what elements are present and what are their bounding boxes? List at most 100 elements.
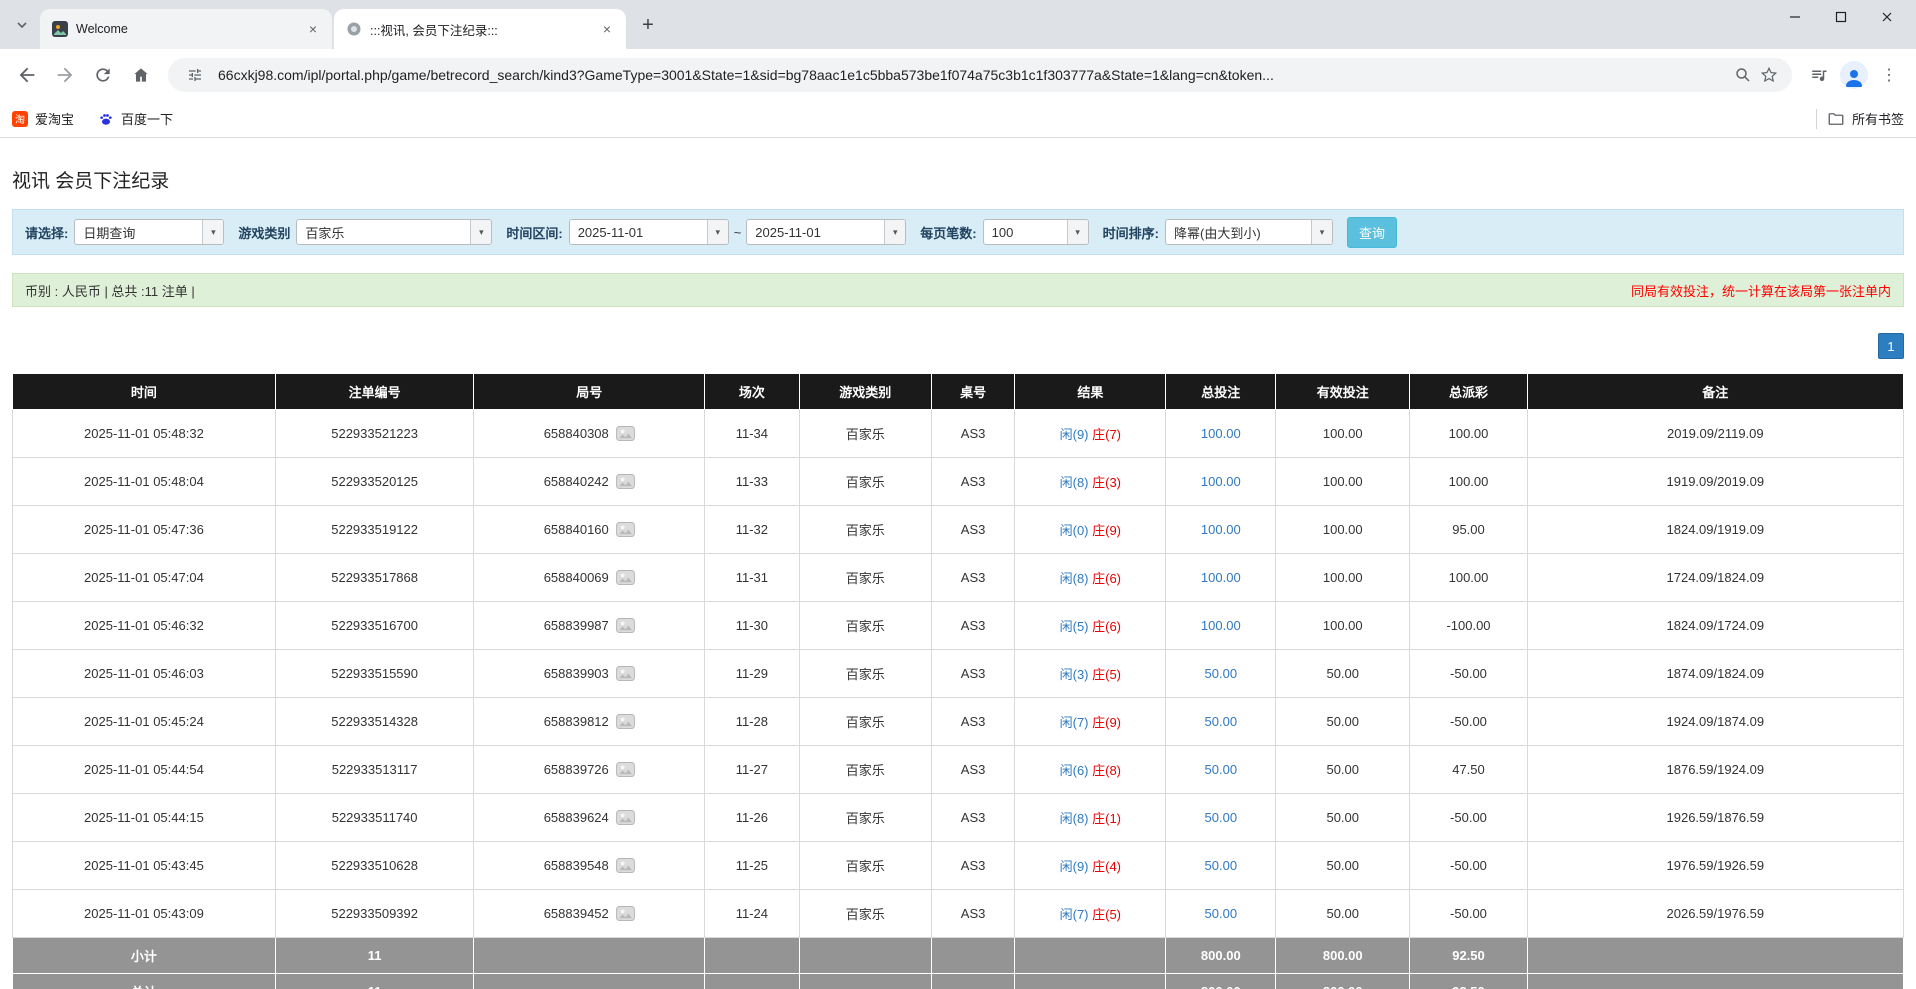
- result-banker: 庄(6): [1092, 571, 1121, 586]
- video-replay-icon[interactable]: [616, 474, 635, 489]
- bookmark-aitaobao[interactable]: 淘 爱淘宝: [12, 109, 74, 128]
- back-button[interactable]: [10, 58, 44, 92]
- maximize-button[interactable]: [1818, 0, 1864, 34]
- total-bet-link[interactable]: 100.00: [1201, 570, 1241, 585]
- page-number-button[interactable]: 1: [1878, 333, 1904, 359]
- cell-bet-id: 522933509392: [275, 890, 474, 938]
- total-valid-bet: 800.00: [1276, 974, 1410, 989]
- bookmark-baidu[interactable]: 百度一下: [98, 109, 173, 128]
- home-button[interactable]: [124, 58, 158, 92]
- forward-button[interactable]: [48, 58, 82, 92]
- new-tab-button[interactable]: +: [634, 11, 662, 39]
- all-bookmarks-button[interactable]: 所有书签: [1827, 109, 1904, 128]
- video-replay-icon[interactable]: [616, 762, 635, 777]
- result-player: 闲(6): [1060, 763, 1089, 778]
- refresh-button[interactable]: [86, 58, 120, 92]
- sort-select[interactable]: 降幂(由大到小) ▾: [1165, 219, 1333, 245]
- result-player: 闲(8): [1060, 475, 1089, 490]
- tab-bet-records[interactable]: :::视讯, 会员下注纪录::: ×: [334, 9, 626, 49]
- result-banker: 庄(4): [1092, 859, 1121, 874]
- empty-cell: [1527, 974, 1903, 989]
- cell-bet-id: 522933511740: [275, 794, 474, 842]
- date-mode-select[interactable]: 日期查询 ▾: [74, 219, 224, 245]
- total-bet-link[interactable]: 50.00: [1205, 858, 1238, 873]
- cell-note: 2026.59/1976.59: [1527, 890, 1903, 938]
- video-replay-icon[interactable]: [616, 810, 635, 825]
- minimize-button[interactable]: [1772, 0, 1818, 34]
- url-text[interactable]: 66cxkj98.com/ipl/portal.php/game/betreco…: [218, 67, 1720, 83]
- result-banker: 庄(7): [1092, 427, 1121, 442]
- video-replay-icon[interactable]: [616, 618, 635, 633]
- close-window-button[interactable]: [1864, 0, 1910, 34]
- tab-close-icon[interactable]: ×: [304, 20, 322, 38]
- cell-table-no: AS3: [931, 746, 1014, 794]
- total-bet-link[interactable]: 50.00: [1205, 810, 1238, 825]
- all-bookmarks-label: 所有书签: [1852, 109, 1904, 128]
- total-bet-link[interactable]: 50.00: [1205, 666, 1238, 681]
- video-replay-icon[interactable]: [616, 522, 635, 537]
- date-from-select[interactable]: 2025-11-01 ▾: [569, 219, 729, 245]
- round-number: 658839624: [544, 810, 609, 825]
- media-controls-icon[interactable]: [1802, 58, 1836, 92]
- tab-welcome[interactable]: Welcome ×: [40, 9, 332, 49]
- tab-close-icon[interactable]: ×: [598, 20, 616, 38]
- cell-round: 658839452: [474, 890, 705, 938]
- cell-payout: -50.00: [1410, 650, 1527, 698]
- browser-menu-icon[interactable]: ⋮: [1872, 58, 1906, 92]
- tab-search-chevron-icon[interactable]: [8, 11, 36, 39]
- select-mode-label: 请选择:: [25, 223, 68, 242]
- total-bet-link[interactable]: 50.00: [1205, 906, 1238, 921]
- chevron-down-icon[interactable]: ▾: [202, 220, 223, 244]
- summary-notice: 同局有效投注，统一计算在该局第一张注单内: [1631, 281, 1891, 300]
- address-bar[interactable]: 66cxkj98.com/ipl/portal.php/game/betreco…: [168, 58, 1792, 92]
- round-number: 658839903: [544, 666, 609, 681]
- zoom-icon[interactable]: [1730, 62, 1756, 88]
- total-bet-link[interactable]: 100.00: [1201, 426, 1241, 441]
- chevron-down-icon[interactable]: ▾: [470, 220, 491, 244]
- cell-session: 11-28: [705, 698, 800, 746]
- video-replay-icon[interactable]: [616, 570, 635, 585]
- video-replay-icon[interactable]: [616, 714, 635, 729]
- cell-game-type: 百家乐: [799, 554, 931, 602]
- total-bet-link[interactable]: 100.00: [1201, 522, 1241, 537]
- video-replay-icon[interactable]: [616, 906, 635, 921]
- video-replay-icon[interactable]: [616, 666, 635, 681]
- table-row: 2025-11-01 05:46:32522933516700658839987…: [13, 602, 1904, 650]
- chevron-down-icon[interactable]: ▾: [884, 220, 905, 244]
- cell-game-type: 百家乐: [799, 746, 931, 794]
- page-size-select[interactable]: 100 ▾: [983, 219, 1089, 245]
- page-size-label: 每页笔数:: [920, 223, 976, 242]
- round-number: 658840308: [544, 426, 609, 441]
- cell-game-type: 百家乐: [799, 890, 931, 938]
- video-replay-icon[interactable]: [616, 858, 635, 873]
- search-button[interactable]: 查询: [1347, 217, 1397, 248]
- video-replay-icon[interactable]: [616, 426, 635, 441]
- cell-payout: -50.00: [1410, 698, 1527, 746]
- empty-cell: [1015, 938, 1166, 974]
- bookmark-star-icon[interactable]: [1756, 62, 1782, 88]
- chevron-down-icon[interactable]: ▾: [1311, 220, 1332, 244]
- window-controls: [1772, 0, 1910, 34]
- baidu-paw-icon: [98, 111, 114, 127]
- cell-round: 658839726: [474, 746, 705, 794]
- total-bet-link[interactable]: 50.00: [1205, 762, 1238, 777]
- round-number: 658839548: [544, 858, 609, 873]
- cell-valid-bet: 100.00: [1276, 602, 1410, 650]
- cell-payout: 47.50: [1410, 746, 1527, 794]
- cell-bet-id: 522933510628: [275, 842, 474, 890]
- total-bet-link[interactable]: 50.00: [1205, 714, 1238, 729]
- total-bet-link[interactable]: 100.00: [1201, 618, 1241, 633]
- date-to-select[interactable]: 2025-11-01 ▾: [746, 219, 906, 245]
- subtotal-valid-bet: 800.00: [1276, 938, 1410, 974]
- site-info-icon[interactable]: [182, 62, 208, 88]
- pagination-top: 1: [12, 333, 1904, 359]
- cell-valid-bet: 100.00: [1276, 554, 1410, 602]
- profile-avatar[interactable]: [1840, 61, 1868, 89]
- total-total-bet: 800.00: [1166, 974, 1276, 989]
- game-type-select[interactable]: 百家乐 ▾: [296, 219, 492, 245]
- total-bet-link[interactable]: 100.00: [1201, 474, 1241, 489]
- cell-bet-id: 522933515590: [275, 650, 474, 698]
- header-game-type: 游戏类别: [799, 374, 931, 410]
- chevron-down-icon[interactable]: ▾: [1067, 220, 1088, 244]
- chevron-down-icon[interactable]: ▾: [707, 220, 728, 244]
